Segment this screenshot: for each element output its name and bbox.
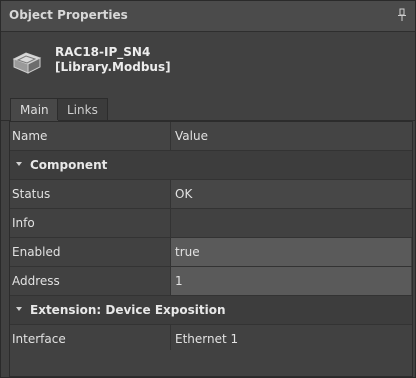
property-name: Status bbox=[12, 187, 51, 201]
property-value-status: OK bbox=[170, 180, 411, 208]
column-header-name: Name bbox=[12, 129, 48, 143]
grid-empty-area bbox=[10, 350, 412, 376]
collapse-caret-icon[interactable] bbox=[16, 162, 22, 166]
property-value-enabled[interactable]: true bbox=[170, 238, 411, 266]
tab-main[interactable]: Main bbox=[10, 98, 59, 121]
grid-header-row: Name Value bbox=[10, 122, 412, 151]
property-name: Enabled bbox=[12, 245, 61, 259]
property-name: Interface bbox=[12, 332, 66, 346]
property-name: Address bbox=[12, 274, 60, 288]
section-extension-device-exposition[interactable]: Extension: Device Exposition bbox=[10, 296, 412, 325]
column-header-value: Value bbox=[170, 122, 411, 150]
property-row-status: Status OK bbox=[10, 180, 412, 209]
device-box-icon bbox=[11, 46, 43, 78]
section-title: Component bbox=[30, 158, 108, 172]
property-value-interface: Ethernet 1 bbox=[170, 325, 411, 353]
object-name-line2: [Library.Modbus] bbox=[55, 60, 171, 74]
object-properties-panel: Object Properties RAC18-IP_SN4 [Library.… bbox=[0, 0, 416, 378]
panel-title: Object Properties bbox=[9, 8, 128, 22]
object-header: RAC18-IP_SN4 [Library.Modbus] bbox=[1, 32, 415, 94]
section-title: Extension: Device Exposition bbox=[30, 303, 226, 317]
panel-titlebar: Object Properties bbox=[1, 1, 415, 32]
collapse-caret-icon[interactable] bbox=[16, 307, 22, 311]
property-value-info bbox=[170, 209, 411, 237]
property-name: Info bbox=[12, 216, 35, 230]
tab-bar: Main Links bbox=[1, 96, 415, 121]
property-row-address: Address 1 bbox=[10, 267, 412, 296]
property-row-info: Info bbox=[10, 209, 412, 238]
tab-links[interactable]: Links bbox=[57, 98, 108, 120]
object-name: RAC18-IP_SN4 [Library.Modbus] bbox=[55, 45, 171, 75]
object-name-line1: RAC18-IP_SN4 bbox=[55, 45, 151, 59]
property-row-enabled: Enabled true bbox=[10, 238, 412, 267]
section-component[interactable]: Component bbox=[10, 151, 412, 180]
property-value-address[interactable]: 1 bbox=[170, 267, 411, 295]
property-grid: Name Value Component Status OK Info Enab… bbox=[9, 121, 413, 377]
pin-icon[interactable] bbox=[397, 8, 407, 22]
